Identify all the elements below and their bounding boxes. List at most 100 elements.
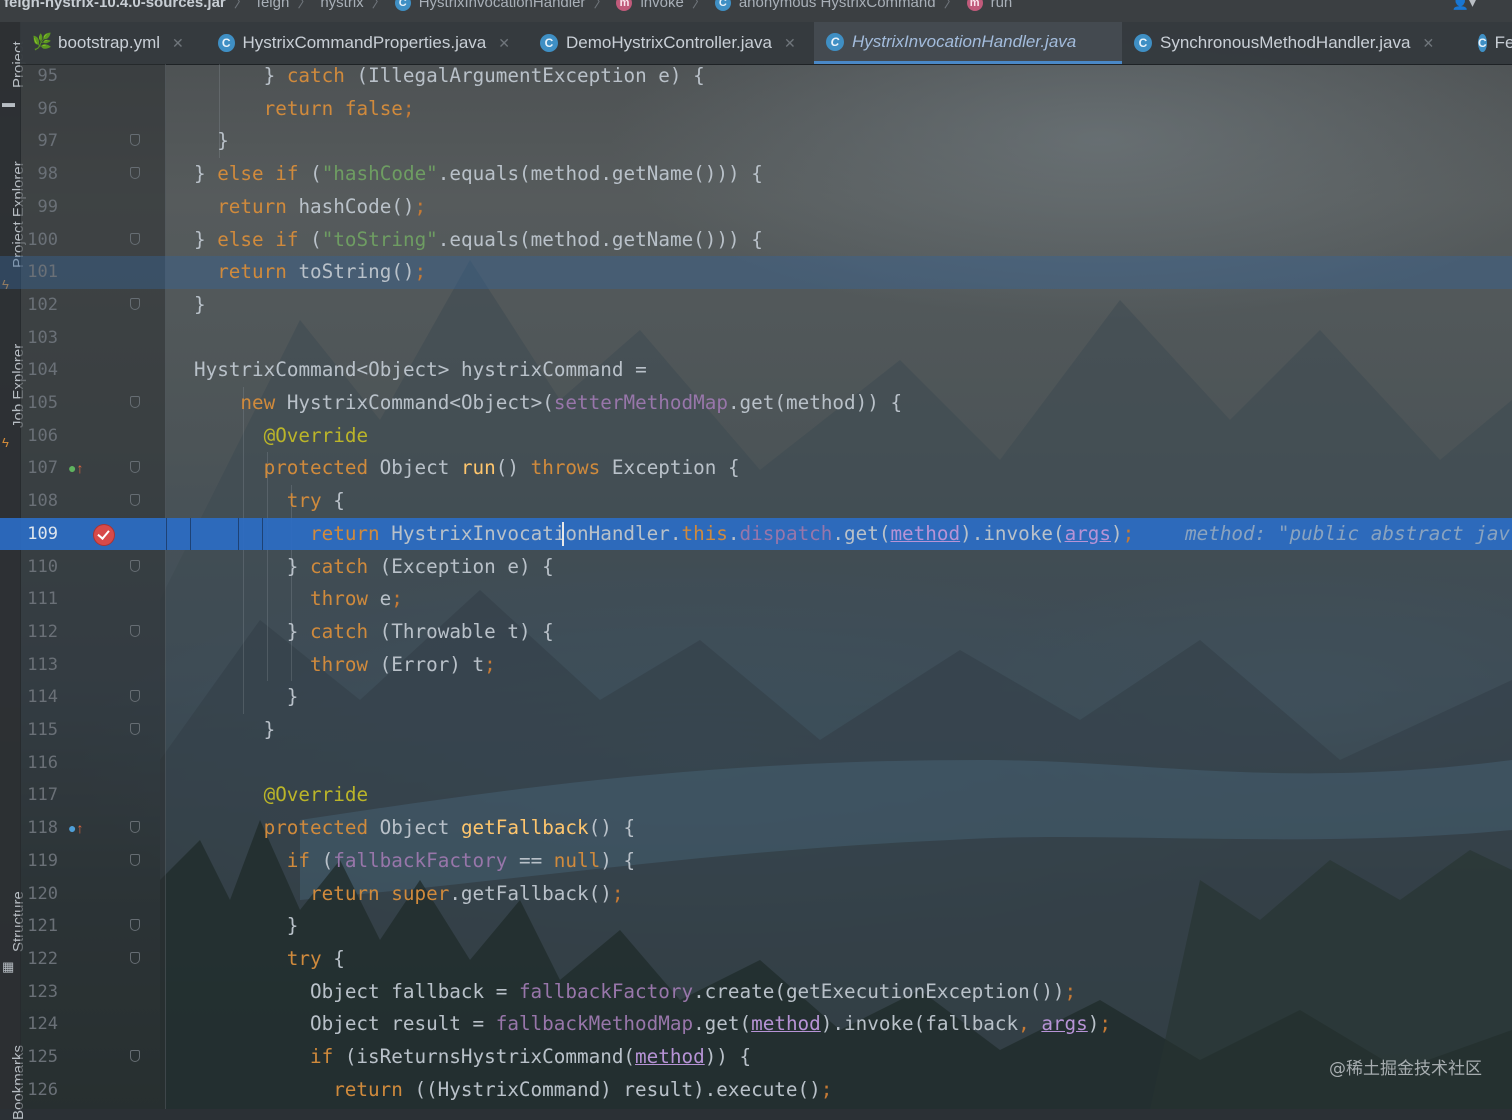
code-line[interactable]: 118 protected Object getFallback() {●↑ xyxy=(0,812,1512,845)
fold-marker-icon[interactable] xyxy=(130,723,140,735)
line-number[interactable]: 120 xyxy=(20,878,58,911)
line-number[interactable]: 104 xyxy=(20,354,58,387)
code-line[interactable]: 107 protected Object run() throws Excepti… xyxy=(0,452,1512,485)
line-number[interactable]: 98 xyxy=(20,158,58,191)
code-line[interactable]: 114} xyxy=(0,681,1512,714)
fold-marker-icon[interactable] xyxy=(130,297,140,310)
code-line[interactable]: 123 Object fallback = fallbackFactory.cre… xyxy=(0,976,1512,1009)
close-icon[interactable]: ✕ xyxy=(172,35,184,52)
code-line[interactable]: 111 throw e; xyxy=(0,583,1512,616)
breadcrumb-jar[interactable]: feign-hystrix-10.4.0-sources.jar xyxy=(4,0,226,11)
fold-marker-icon[interactable] xyxy=(130,951,140,964)
fold-marker-icon[interactable] xyxy=(130,232,140,245)
close-icon[interactable]: ✕ xyxy=(498,35,510,52)
tab-bootstrap-yml[interactable]: 🌿 bootstrap.yml ✕ xyxy=(20,22,201,64)
line-number[interactable]: 114 xyxy=(20,681,58,714)
code-line[interactable]: 122 try { xyxy=(0,943,1512,976)
fold-marker-icon[interactable] xyxy=(130,494,140,507)
breakpoint-icon[interactable] xyxy=(94,524,114,545)
fold-marker-icon[interactable] xyxy=(130,624,140,637)
line-number[interactable]: 119 xyxy=(20,845,58,878)
line-number[interactable]: 106 xyxy=(20,420,58,453)
code-line[interactable]: 119 if (fallbackFactory == null) { xyxy=(0,845,1512,878)
line-number[interactable]: 100 xyxy=(20,224,58,257)
line-number[interactable]: 113 xyxy=(20,649,58,682)
breadcrumb-package-hystrix[interactable]: hystrix xyxy=(320,0,363,11)
line-number[interactable]: 105 xyxy=(20,387,58,420)
code-editor[interactable]: 95 } catch (IllegalArgumentException e) … xyxy=(0,64,1512,1109)
fold-marker-icon[interactable] xyxy=(130,690,140,703)
breadcrumb-anonymous-class[interactable]: Canonymous HystrixCommand xyxy=(714,0,936,11)
code-line[interactable]: 124 Object result = fallbackMethodMap.get… xyxy=(0,1008,1512,1041)
user-icon[interactable]: 👤▾ xyxy=(1452,0,1476,10)
line-number[interactable]: 118 xyxy=(20,812,58,845)
breadcrumb-method-invoke[interactable]: m invoke xyxy=(616,0,684,11)
close-icon[interactable]: ✕ xyxy=(784,35,796,52)
fold-marker-icon[interactable] xyxy=(130,1050,140,1062)
line-number[interactable]: 123 xyxy=(20,976,58,1009)
tab-hystrix-command-properties[interactable]: C HystrixCommandProperties.java ✕ xyxy=(206,22,522,64)
code-line[interactable]: 109 return HystrixInvocationHandler.this.… xyxy=(0,517,1512,551)
code-line[interactable]: 121} xyxy=(0,910,1512,943)
line-number[interactable]: 112 xyxy=(20,616,58,649)
line-number[interactable]: 121 xyxy=(20,910,58,943)
line-number[interactable]: 122 xyxy=(20,943,58,976)
code-line[interactable]: 116 xyxy=(0,747,1512,780)
line-number[interactable]: 96 xyxy=(20,93,58,126)
code-line[interactable]: 99 return hashCode(); xyxy=(0,191,1512,224)
line-number[interactable]: 97 xyxy=(20,125,58,158)
code-line[interactable]: 102} xyxy=(0,289,1512,322)
breadcrumb-class-handler[interactable]: C HystrixInvocationHandler xyxy=(394,0,585,11)
fold-marker-icon[interactable] xyxy=(130,821,140,834)
line-number[interactable]: 99 xyxy=(20,191,58,224)
code-line[interactable]: 104 HystrixCommand<Object> hystrixCommand… xyxy=(0,354,1512,387)
code-line[interactable]: 97} xyxy=(0,125,1512,158)
tab-synchronous-method-handler[interactable]: C SynchronousMethodHandler.java ✕ xyxy=(1122,22,1458,64)
line-number[interactable]: 108 xyxy=(20,485,58,518)
tab-demo-hystrix-controller[interactable]: C DemoHystrixController.java ✕ xyxy=(528,22,816,64)
code-line[interactable]: 113 throw (Error) t; xyxy=(0,649,1512,682)
fold-marker-icon[interactable] xyxy=(130,559,140,572)
code-line[interactable]: 115} xyxy=(0,714,1512,747)
code-line[interactable]: 120 return super.getFallback(); xyxy=(0,878,1512,911)
line-number[interactable]: 124 xyxy=(20,1008,58,1041)
code-line[interactable]: 106 @Override xyxy=(0,420,1512,453)
code-line[interactable]: 126 return ((HystrixCommand) result).exec… xyxy=(0,1074,1512,1107)
code-line[interactable]: 98} else if ("hashCode".equals(method.ge… xyxy=(0,158,1512,191)
code-line[interactable]: 101 return toString(); xyxy=(0,256,1512,289)
line-number[interactable]: 110 xyxy=(20,551,58,584)
tab-hystrix-invocation-handler[interactable]: C HystrixInvocationHandler.java ✕ xyxy=(814,22,1122,64)
line-number[interactable]: 107 xyxy=(20,452,58,485)
line-number[interactable]: 125 xyxy=(20,1041,58,1074)
code-line[interactable]: 110} catch (Exception e) { xyxy=(0,551,1512,584)
line-number[interactable]: 103 xyxy=(20,322,58,355)
fold-marker-icon[interactable] xyxy=(130,853,140,866)
fold-marker-icon[interactable] xyxy=(130,134,140,147)
code-line[interactable]: 95 } catch (IllegalArgumentException e) … xyxy=(0,64,1512,93)
code-line[interactable]: 117 @Override xyxy=(0,779,1512,812)
breadcrumb-method-run[interactable]: m run xyxy=(966,0,1012,11)
code-line[interactable]: 108 try { xyxy=(0,485,1512,518)
fold-marker-icon[interactable] xyxy=(130,396,140,408)
tab-truncated[interactable]: C Fe xyxy=(1466,22,1512,64)
line-number[interactable]: 116 xyxy=(20,747,58,780)
line-number[interactable]: 101 xyxy=(20,256,58,289)
line-number[interactable]: 126 xyxy=(20,1074,58,1107)
fold-marker-icon[interactable] xyxy=(130,919,140,932)
fold-marker-icon[interactable] xyxy=(130,461,140,474)
code-line[interactable]: 96 return false; xyxy=(0,93,1512,126)
code-line[interactable]: 100} else if ("toString".equals(method.g… xyxy=(0,224,1512,257)
line-number[interactable]: 115 xyxy=(20,714,58,747)
breadcrumb-package-feign[interactable]: feign xyxy=(257,0,290,11)
code-line[interactable]: 103 xyxy=(0,322,1512,355)
code-line[interactable]: 125 if (isReturnsHystrixCommand(method)) … xyxy=(0,1041,1512,1074)
close-icon[interactable]: ✕ xyxy=(1422,35,1434,52)
implements-override-icon[interactable]: ●↑ xyxy=(68,460,83,476)
line-number[interactable]: 117 xyxy=(20,779,58,812)
line-number[interactable]: 109 xyxy=(20,518,58,551)
code-line[interactable]: 105 new HystrixCommand<Object>(setterMeth… xyxy=(0,387,1512,420)
override-method-icon[interactable]: ●↑ xyxy=(68,820,83,836)
line-number[interactable]: 102 xyxy=(20,289,58,322)
fold-marker-icon[interactable] xyxy=(130,167,140,180)
code-line[interactable]: 112} catch (Throwable t) { xyxy=(0,616,1512,649)
